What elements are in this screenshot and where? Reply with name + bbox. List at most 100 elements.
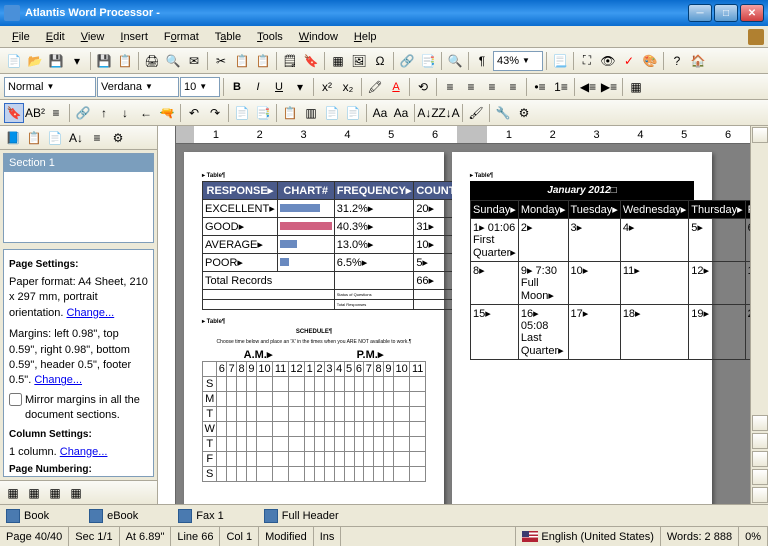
format-style-icon[interactable]: 🔖 <box>4 103 24 123</box>
batch-icon[interactable]: 📋 <box>115 51 135 71</box>
eye-icon[interactable]: 👁 <box>598 51 618 71</box>
status-ins[interactable]: Ins <box>314 527 342 546</box>
underline-icon[interactable]: U <box>269 77 289 97</box>
header-icon[interactable]: 📄 <box>322 103 342 123</box>
sort-desc-icon[interactable]: Z↓A <box>439 103 459 123</box>
align-right-icon[interactable]: ≡ <box>482 77 502 97</box>
hyperlink-icon[interactable]: 🔗 <box>397 51 417 71</box>
schedule-table[interactable]: 67891011121234567891011 S M T W T F S <box>202 361 426 482</box>
menu-insert[interactable]: Insert <box>112 29 156 45</box>
undo-icon[interactable]: ↶ <box>184 103 204 123</box>
doc-compare-icon[interactable]: 📄 <box>232 103 252 123</box>
status-sec[interactable]: Sec 1/1 <box>69 527 119 546</box>
footer-icon[interactable]: 📄 <box>343 103 363 123</box>
panel-btn-3[interactable]: 📄 <box>45 128 65 148</box>
panel-btn-5[interactable]: ≡ <box>87 128 107 148</box>
bookmark-icon[interactable]: 📑 <box>418 51 438 71</box>
numbering-icon[interactable]: 1≡ <box>551 77 571 97</box>
subscript-icon[interactable]: x₂ <box>338 77 358 97</box>
spellcheck-icon[interactable]: ✓ <box>619 51 639 71</box>
print-icon[interactable]: 🖨 <box>142 51 162 71</box>
panel-btn-2[interactable]: 📋 <box>24 128 44 148</box>
tab-full-header[interactable]: Full Header <box>264 509 339 523</box>
copy-icon[interactable]: 📋 <box>232 51 252 71</box>
calendar-table[interactable]: Sunday▸Monday▸Tuesday▸Wednesday▸Thursday… <box>470 200 750 360</box>
minimize-button[interactable]: ─ <box>688 4 712 22</box>
page-right[interactable]: ▸ Table¶ January 2012□ Sunday▸Monday▸Tue… <box>452 152 712 504</box>
menu-help[interactable]: Help <box>346 29 385 45</box>
image-icon[interactable]: 🖼 <box>349 51 369 71</box>
open-icon[interactable]: 📂 <box>25 51 45 71</box>
font-color-icon[interactable]: A <box>386 77 406 97</box>
borders-icon[interactable]: ▦ <box>626 77 646 97</box>
navigate-icon[interactable]: 🔗 <box>73 103 93 123</box>
highlight-icon[interactable]: 🖍 <box>365 77 385 97</box>
response-table[interactable]: RESPONSE▸CHART#FREQUENCY▸COUNT▸ EXCELLEN… <box>202 181 464 310</box>
pilcrow-icon[interactable]: ¶ <box>472 51 492 71</box>
align-center-icon[interactable]: ≡ <box>461 77 481 97</box>
tab-ebook[interactable]: eBook <box>89 509 138 523</box>
symbol-icon[interactable]: Ω <box>370 51 390 71</box>
menu-table[interactable]: Table <box>207 29 249 45</box>
case-upper-icon[interactable]: Aa <box>370 103 390 123</box>
right-scrollbar[interactable] <box>750 126 768 504</box>
go-up-icon[interactable]: ↑ <box>94 103 114 123</box>
menu-window[interactable]: Window <box>291 29 346 45</box>
options-icon[interactable]: ⚙ <box>514 103 534 123</box>
format-brush-icon[interactable]: 🖌 <box>466 103 486 123</box>
list-icon[interactable]: ≡ <box>46 103 66 123</box>
font-combo[interactable]: Verdana▼ <box>97 77 179 97</box>
size-combo[interactable]: 10▼ <box>180 77 220 97</box>
section-list[interactable]: Section 1 <box>3 153 154 243</box>
panel-btn-4[interactable]: A↓ <box>66 128 86 148</box>
increase-indent-icon[interactable]: ▶≡ <box>599 77 619 97</box>
bullets-icon[interactable]: •≡ <box>530 77 550 97</box>
help-icon[interactable]: ? <box>667 51 687 71</box>
new-document-icon[interactable]: 📄 <box>4 51 24 71</box>
section-icon[interactable]: 📋 <box>280 103 300 123</box>
status-lang[interactable]: English (United States) <box>516 527 661 546</box>
menu-file[interactable]: File <box>4 29 38 45</box>
bold-icon[interactable]: B <box>227 77 247 97</box>
tab-fax[interactable]: Fax 1 <box>178 509 224 523</box>
mail-icon[interactable]: ✉ <box>184 51 204 71</box>
menu-tools[interactable]: Tools <box>249 29 291 45</box>
go-down-icon[interactable]: ↓ <box>115 103 135 123</box>
browse-object-icon[interactable] <box>752 451 768 467</box>
page-left[interactable]: ▸ Table¶ RESPONSE▸CHART#FREQUENCY▸COUNT▸… <box>184 152 444 504</box>
close-button[interactable]: ✕ <box>740 4 764 22</box>
find-icon[interactable]: 🔍 <box>445 51 465 71</box>
change-paper-link[interactable]: Change... <box>66 307 114 319</box>
paste-icon[interactable]: 📋 <box>253 51 273 71</box>
scroll-up-icon[interactable] <box>752 127 768 143</box>
home-icon[interactable]: 🏠 <box>688 51 708 71</box>
decrease-indent-icon[interactable]: ◀≡ <box>578 77 598 97</box>
sections-move-icon[interactable]: ▦ <box>66 483 86 503</box>
tab-book[interactable]: Book <box>6 509 49 523</box>
zoom-combo[interactable]: 43%▼ <box>493 51 543 71</box>
footnote-icon[interactable]: 🔖 <box>301 51 321 71</box>
table-icon[interactable]: ▦ <box>328 51 348 71</box>
navigate-back-icon[interactable]: ← <box>136 103 156 123</box>
horizontal-ruler[interactable]: 123456 123456 <box>176 126 750 144</box>
prev-page-icon[interactable] <box>752 469 768 485</box>
scroll-down-icon[interactable] <box>752 433 768 449</box>
redo-icon[interactable]: ↷ <box>205 103 225 123</box>
sections-copy-icon[interactable]: ▦ <box>45 483 65 503</box>
draft-view-icon[interactable]: 📃 <box>550 51 570 71</box>
justify-icon[interactable]: ≡ <box>503 77 523 97</box>
change-columns-link[interactable]: Change... <box>60 446 108 458</box>
clipboard-icon[interactable]: 🗒 <box>280 51 300 71</box>
navigate-fwd-icon[interactable]: 🔫 <box>157 103 177 123</box>
status-words[interactable]: Words: 2 888 <box>661 527 739 546</box>
mirror-margins-check[interactable]: Mirror margins in all the document secti… <box>9 393 148 424</box>
superscript-icon[interactable]: x² <box>317 77 337 97</box>
full-screen-icon[interactable]: ⛶ <box>577 51 597 71</box>
menu-format[interactable]: Format <box>156 29 207 45</box>
save-dropdown-icon[interactable]: ▾ <box>67 51 87 71</box>
menu-view[interactable]: View <box>73 29 113 45</box>
menu-edit[interactable]: Edit <box>38 29 73 45</box>
print-preview-icon[interactable]: 🔍 <box>163 51 183 71</box>
strike-icon[interactable]: ▾ <box>290 77 310 97</box>
panel-btn-1[interactable]: 📘 <box>3 128 23 148</box>
